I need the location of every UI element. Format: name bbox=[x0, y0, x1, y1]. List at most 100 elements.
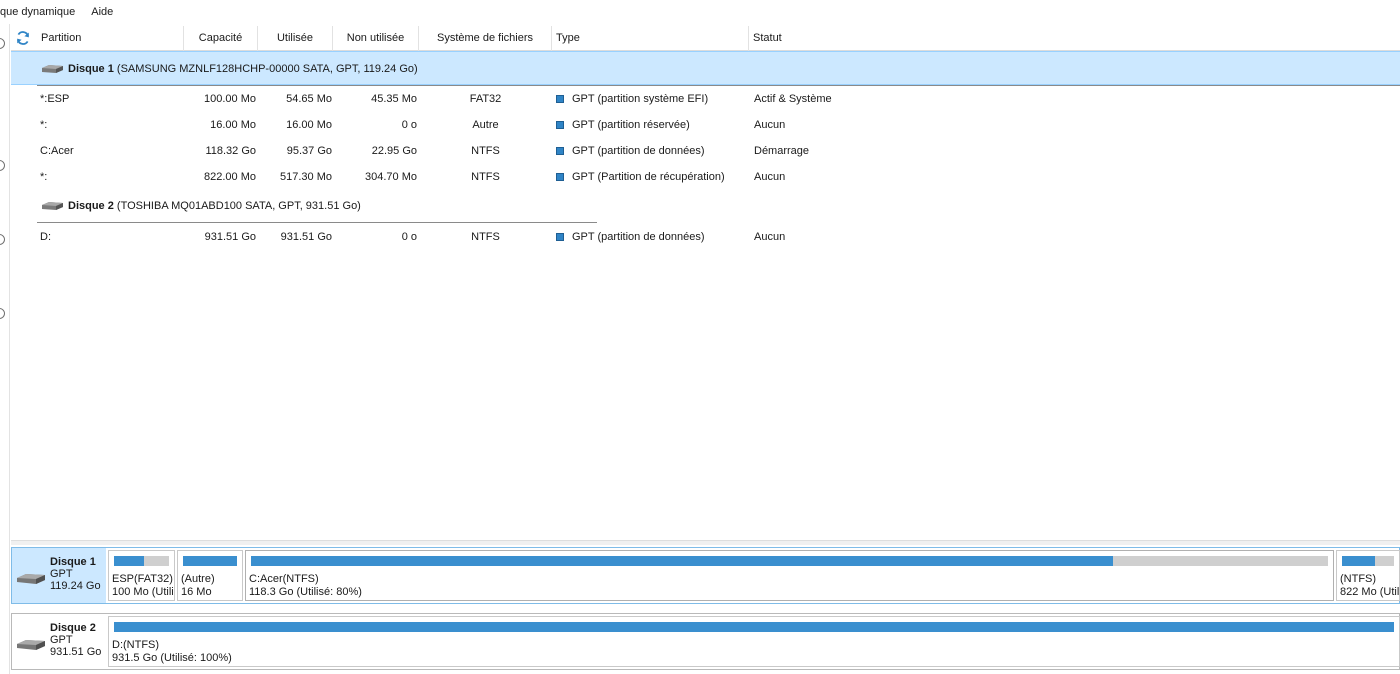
hard-disk-icon bbox=[17, 640, 45, 650]
diskmap-disk-size: 931.51 Go bbox=[50, 646, 102, 658]
menu-dynamic-disk[interactable]: que dynamique bbox=[0, 0, 83, 24]
disk-row-disk1[interactable]: Disque 1 (SAMSUNG MZNLF128HCHP-00000 SAT… bbox=[11, 51, 1400, 86]
partition-name: D: bbox=[40, 231, 51, 243]
block-label: (Autre) bbox=[181, 573, 215, 585]
partition-unused: 22.95 Go bbox=[371, 145, 417, 157]
diskmap-partition-block[interactable]: C:Acer(NTFS) 118.3 Go (Utilisé: 80%) bbox=[245, 550, 1334, 601]
partition-name: C:Acer bbox=[40, 145, 74, 157]
action-circle-icon[interactable] bbox=[0, 234, 5, 245]
partition-unused: 0 o bbox=[401, 231, 417, 243]
partition-type: GPT (partition système EFI) bbox=[572, 93, 709, 105]
partition-status: Aucun bbox=[754, 231, 786, 243]
action-circle-icon[interactable] bbox=[0, 308, 5, 319]
usage-bar bbox=[114, 556, 169, 566]
disk-details: (TOSHIBA MQ01ABD100 SATA, GPT, 931.51 Go… bbox=[113, 200, 361, 212]
diskmap-disk-info[interactable]: Disque 2 GPT 931.51 Go bbox=[12, 614, 106, 669]
diskmap-disk2[interactable]: Disque 2 GPT 931.51 Go D:(NTFS) 931.5 Go… bbox=[11, 613, 1400, 670]
partition-type-icon bbox=[556, 121, 564, 129]
disk-label: Disque 2 (TOSHIBA MQ01ABD100 SATA, GPT, … bbox=[68, 189, 361, 223]
diskmap-disk-style: GPT bbox=[50, 568, 73, 580]
usage-bar bbox=[183, 556, 237, 566]
diskmap-disk1[interactable]: Disque 1 GPT 119.24 Go ESP(FAT32) 100 Mo… bbox=[11, 547, 1400, 604]
partition-name: *:ESP bbox=[40, 93, 70, 105]
partition-name: *: bbox=[40, 119, 48, 131]
menu-bar: que dynamique Aide bbox=[0, 0, 1400, 24]
usage-bar bbox=[1342, 556, 1394, 566]
column-type[interactable]: Type bbox=[552, 26, 749, 51]
block-sub: 100 Mo (Utilisé: 55%) bbox=[112, 586, 174, 598]
table-row[interactable]: *: 16.00 Mo 16.00 Mo 0 o Autre GPT (part… bbox=[11, 112, 1400, 138]
block-label: C:Acer(NTFS) bbox=[249, 573, 319, 585]
partition-filesystem: Autre bbox=[472, 119, 499, 131]
partition-status: Actif & Système bbox=[754, 93, 832, 105]
hard-disk-icon bbox=[17, 574, 45, 584]
partition-type: GPT (partition de données) bbox=[572, 145, 705, 157]
diskmap-disk-style: GPT bbox=[50, 634, 73, 646]
column-capacity[interactable]: Capacité bbox=[184, 26, 258, 51]
partition-status: Démarrage bbox=[754, 145, 810, 157]
partition-unused: 0 o bbox=[401, 119, 417, 131]
disk-name: Disque 2 bbox=[68, 200, 114, 212]
diskmap-partition-block[interactable]: (NTFS) 822 Mo (Utilisé: 63%) bbox=[1336, 550, 1400, 601]
action-circle-icon[interactable] bbox=[0, 160, 5, 171]
pane-splitter[interactable] bbox=[11, 540, 1400, 545]
usage-bar bbox=[114, 622, 1394, 632]
partition-capacity: 822.00 Mo bbox=[204, 171, 256, 183]
partition-table: Partition Capacité Utilisée Non utilisée… bbox=[11, 24, 1400, 540]
action-circle-icon[interactable] bbox=[0, 38, 5, 49]
partition-used: 16.00 Mo bbox=[286, 119, 332, 131]
partition-capacity: 118.32 Go bbox=[205, 145, 256, 157]
block-label: (NTFS) bbox=[1340, 573, 1377, 585]
partition-filesystem: FAT32 bbox=[469, 93, 502, 105]
column-used[interactable]: Utilisée bbox=[258, 26, 333, 51]
column-filesystem[interactable]: Système de fichiers bbox=[419, 26, 552, 51]
diskmap-disk-info[interactable]: Disque 1 GPT 119.24 Go bbox=[12, 548, 106, 603]
table-header: Partition Capacité Utilisée Non utilisée… bbox=[11, 26, 1400, 51]
disk-details: (SAMSUNG MZNLF128HCHP-00000 SATA, GPT, 1… bbox=[113, 63, 418, 75]
partition-filesystem: NTFS bbox=[471, 231, 500, 243]
block-label: ESP(FAT32) bbox=[112, 573, 173, 585]
table-row[interactable]: D: 931.51 Go 931.51 Go 0 o NTFS GPT (par… bbox=[11, 224, 1400, 250]
column-partition[interactable]: Partition bbox=[35, 26, 184, 51]
partition-unused: 304.70 Mo bbox=[365, 171, 417, 183]
partition-used: 517.30 Mo bbox=[280, 171, 332, 183]
column-status[interactable]: Statut bbox=[749, 26, 1400, 51]
partition-filesystem: NTFS bbox=[471, 145, 500, 157]
table-row[interactable]: C:Acer 118.32 Go 95.37 Go 22.95 Go NTFS … bbox=[11, 138, 1400, 164]
block-label: D:(NTFS) bbox=[112, 639, 160, 651]
partition-type-icon bbox=[556, 95, 564, 103]
diskmap-partition-block[interactable]: (Autre) 16 Mo bbox=[177, 550, 243, 601]
partition-status: Aucun bbox=[754, 119, 786, 131]
table-row[interactable]: *:ESP 100.00 Mo 54.65 Mo 45.35 Mo FAT32 … bbox=[11, 86, 1400, 112]
block-sub: 931.5 Go (Utilisé: 100%) bbox=[112, 652, 232, 664]
menu-help[interactable]: Aide bbox=[83, 0, 121, 24]
partition-type-icon bbox=[556, 233, 564, 241]
block-sub: 822 Mo (Utilisé: 63%) bbox=[1340, 586, 1400, 598]
refresh-icon[interactable] bbox=[15, 30, 31, 46]
partition-capacity: 931.51 Go bbox=[204, 231, 256, 243]
usage-bar bbox=[251, 556, 1328, 566]
diskmap-partition-block[interactable]: D:(NTFS) 931.5 Go (Utilisé: 100%) bbox=[108, 616, 1400, 667]
hard-disk-icon bbox=[42, 202, 63, 210]
column-unused[interactable]: Non utilisée bbox=[333, 26, 419, 51]
disk-row-disk2[interactable]: Disque 2 (TOSHIBA MQ01ABD100 SATA, GPT, … bbox=[11, 189, 1400, 223]
partition-status: Aucun bbox=[754, 171, 786, 183]
table-row[interactable]: *: 822.00 Mo 517.30 Mo 304.70 Mo NTFS GP… bbox=[11, 164, 1400, 190]
hard-disk-icon bbox=[42, 65, 63, 73]
partition-type-icon bbox=[556, 147, 564, 155]
partition-used: 931.51 Go bbox=[280, 231, 332, 243]
partition-type: GPT (Partition de récupération) bbox=[572, 171, 725, 183]
partition-filesystem: NTFS bbox=[471, 171, 500, 183]
left-action-panel bbox=[0, 24, 10, 674]
diskmap-partition-block[interactable]: ESP(FAT32) 100 Mo (Utilisé: 55%) bbox=[108, 550, 175, 601]
partition-unused: 45.35 Mo bbox=[371, 93, 417, 105]
partition-capacity: 16.00 Mo bbox=[210, 119, 256, 131]
partition-capacity: 100.00 Mo bbox=[204, 93, 256, 105]
partition-used: 54.65 Mo bbox=[286, 93, 332, 105]
disk-label: Disque 1 (SAMSUNG MZNLF128HCHP-00000 SAT… bbox=[68, 52, 418, 86]
block-sub: 16 Mo bbox=[181, 586, 212, 598]
partition-type: GPT (partition réservée) bbox=[572, 119, 690, 131]
partition-used: 95.37 Go bbox=[286, 145, 332, 157]
block-sub: 118.3 Go (Utilisé: 80%) bbox=[249, 586, 362, 598]
partition-name: *: bbox=[40, 171, 48, 183]
